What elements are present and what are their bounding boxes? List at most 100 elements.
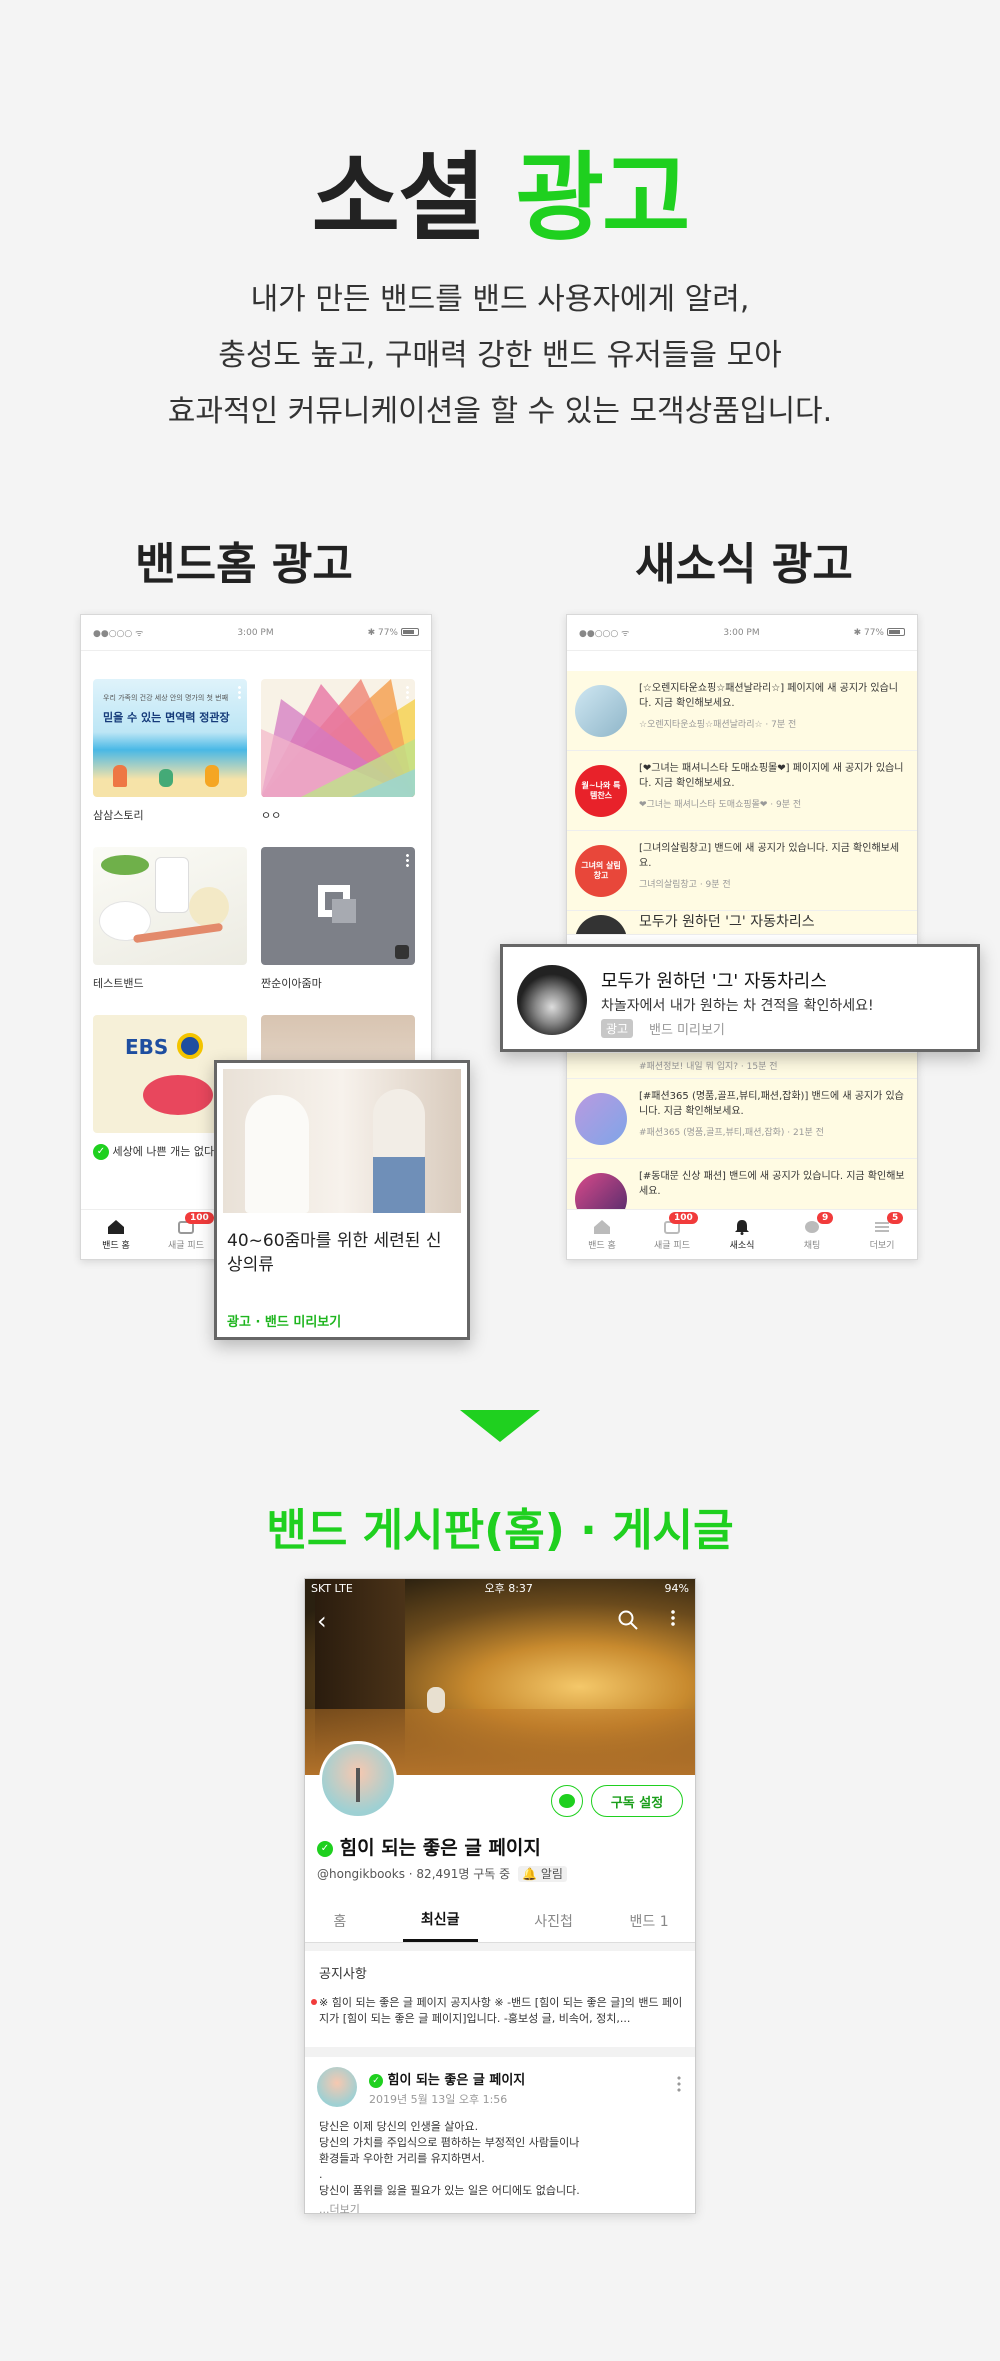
news-item[interactable]: 월~나와 특템찬스 [❤그녀는 패셔니스타 도매쇼핑몰❤] 페이지에 새 공지가…: [567, 751, 917, 831]
banner-big-text: 믿을 수 있는 면역력 정관장: [103, 711, 230, 724]
page-meta: @hongikbooks · 82,491명 구독 중 🔔 알림: [317, 1865, 567, 1882]
page-tabs: 홈 최신글 사진첩 밴드 1: [305, 1899, 695, 1943]
tab-new-feed[interactable]: 새글 피드 100: [151, 1210, 221, 1259]
person-figure: [113, 765, 127, 787]
news-item-meta: ☆오렌지타운쇼핑☆패션날라리☆ · 7분 전: [639, 720, 797, 730]
gallery-icon: [395, 945, 409, 959]
band-name: ㅇㅇ: [261, 809, 282, 822]
news-item-text: [☆오렌지타운쇼핑☆패션날라리☆] 페이지에 새 공지가 있습니다. 지금 확인…: [639, 683, 899, 709]
subscribe-settings-button[interactable]: 구독 설정: [591, 1785, 683, 1817]
more-icon[interactable]: [406, 685, 409, 699]
ad-description: 차놀자에서 내가 원하는 차 견적을 확인하세요!: [601, 998, 874, 1014]
news-item-text: [❤그녀는 패셔니스타 도매쇼핑몰❤] 페이지에 새 공지가 있습니다. 지금 …: [639, 763, 904, 789]
notice-text[interactable]: ※ 힘이 되는 좋은 글 페이지 공지사항 ※ -밴드 [힘이 되는 좋은 글]…: [319, 1995, 689, 2027]
hero-title: 소셜 광고: [0, 120, 1000, 259]
band-home-ad-popup[interactable]: 40~60줌마를 위한 세련된 신상의류 광고 · 밴드 미리보기: [214, 1060, 470, 1340]
news-item-text: 모두가 원하던 '그' 자동차리스: [639, 914, 815, 930]
news-item-meta: #패션정보! 내일 뭐 입지? · 15분 전: [639, 1062, 778, 1072]
news-item-text: [#동대문 신상 패션] 밴드에 새 공지가 있습니다. 지금 확인해보세요.: [639, 1171, 905, 1197]
ebs-logo-circle: [177, 1033, 203, 1059]
tab-chat[interactable]: 채팅 9: [777, 1210, 847, 1259]
bottle-image: [155, 857, 189, 913]
alarm-badge[interactable]: 🔔 알림: [518, 1866, 567, 1882]
hero-title-green: 광고: [515, 142, 691, 254]
news-item-avatar: [575, 915, 627, 934]
signal-indicator: ●●○○○ ᯤ: [93, 629, 144, 639]
tab-home[interactable]: 홈: [333, 1911, 346, 1931]
more-icon[interactable]: [671, 1609, 675, 1627]
band-name: 테스트밴드: [93, 977, 144, 990]
post-author-avatar: [317, 2067, 357, 2107]
back-icon[interactable]: ‹: [317, 1607, 327, 1635]
tab-latest[interactable]: 최신글: [402, 1899, 478, 1942]
hero-desc-line: 효과적인 커뮤니케이션을 할 수 있는 모객상품입니다.: [167, 394, 833, 429]
band-card[interactable]: 우리 가족의 건강 세상 안의 명가의 첫 번째 믿을 수 있는 면역력 정관장…: [93, 679, 247, 823]
tab-band[interactable]: 밴드 1: [630, 1911, 669, 1931]
status-time: 3:00 PM: [237, 627, 274, 638]
section2-title: 밴드 게시판(홈) · 게시글: [266, 1505, 734, 1556]
post-date: 2019년 5월 13일 오후 1:56: [369, 2093, 508, 2106]
banner-bubble: [143, 1075, 213, 1115]
notification-badge: 5: [887, 1212, 904, 1224]
band-card[interactable]: ㅇㅇ: [261, 679, 415, 823]
news-item-avatar: [575, 1173, 627, 1210]
band-page-phone: SKT LTE 오후 8:37 94% ‹ 구독 설정 ✓ 힘이 되는 좋은 글…: [304, 1578, 696, 2214]
news-item[interactable]: [#패션365 (명품,골프,뷰티,패션,잡화)] 밴드에 새 공지가 있습니다…: [567, 1079, 917, 1159]
status-bar: ●●○○○ ᯤ 3:00 PM ✱ 77%: [567, 615, 917, 651]
status-time: 오후 8:37: [484, 1582, 533, 1595]
more-icon[interactable]: [238, 685, 241, 699]
news-item[interactable]: 그녀의 살림창고 [그녀의살림창고] 밴드에 새 공지가 있습니다. 지금 확인…: [567, 831, 917, 911]
jar-image: [189, 887, 229, 927]
hero-title-black: 소셜: [311, 142, 487, 254]
news-item[interactable]: #패션정보! 내일 뭐 입지? · 15분 전: [567, 1053, 917, 1079]
band-card[interactable]: 테스트밴드: [93, 847, 247, 991]
band-thumbnail: [261, 679, 415, 797]
tab-news[interactable]: 새소식: [707, 1210, 777, 1259]
tab-album[interactable]: 사진첩: [534, 1911, 573, 1931]
news-item[interactable]: [#동대문 신상 패션] 밴드에 새 공지가 있습니다. 지금 확인해보세요.: [567, 1159, 917, 1211]
battery-indicator: ✱ 77%: [368, 628, 419, 638]
news-item[interactable]: 모두가 원하던 '그' 자동차리스: [567, 911, 917, 935]
news-item-meta: 그녀의살림창고 · 9분 전: [639, 880, 731, 890]
tab-band-home[interactable]: 밴드 홈: [81, 1210, 151, 1259]
band-thumbnail: [93, 847, 247, 965]
status-bar: SKT LTE 오후 8:37 94%: [305, 1579, 695, 1597]
notification-badge: 100: [185, 1212, 214, 1224]
news-item-text: [#패션365 (명품,골프,뷰티,패션,잡화)] 밴드에 새 공지가 있습니다…: [639, 1091, 904, 1117]
notification-badge: 100: [669, 1212, 698, 1224]
news-item-meta: #패션365 (명품,골프,뷰티,패션,잡화) · 21분 전: [639, 1128, 824, 1138]
tab-more[interactable]: 더보기 5: [847, 1210, 917, 1259]
post-more-icon[interactable]: [677, 2075, 681, 2093]
band-card[interactable]: 짠순이아줌마: [261, 847, 415, 991]
tab-band-home[interactable]: 밴드 홈: [567, 1210, 637, 1259]
bottom-tab-bar: 밴드 홈 새글 피드 100 새소식 채팅 9 더보기 5: [567, 1209, 917, 1259]
post-body: 당신은 이제 당신의 인생을 살아요. 당신의 가치를 주입식으로 폄하하는 부…: [319, 2120, 580, 2197]
ad-tag: 광고: [601, 1019, 634, 1038]
home-icon: [108, 1219, 124, 1234]
ad-meta: 광고 · 밴드 미리보기: [227, 1315, 342, 1330]
tab-new-feed[interactable]: 새글 피드 100: [637, 1210, 707, 1259]
news-item-avatar: [575, 685, 627, 737]
signal-indicator: ●●○○○ ᯤ: [579, 629, 630, 639]
chat-button[interactable]: [551, 1785, 583, 1817]
news-ad-popup[interactable]: 모두가 원하던 '그' 자동차리스 차놀자에서 내가 원하는 차 견적을 확인하…: [500, 944, 980, 1052]
person-figure: [205, 765, 219, 787]
model-figure: [245, 1095, 309, 1213]
avatar: [319, 1741, 397, 1819]
hero-desc-line: 충성도 높고, 구매력 강한 밴드 유저들을 모아: [218, 338, 782, 373]
more-icon[interactable]: [406, 853, 409, 867]
news-item-avatar: [575, 1093, 627, 1145]
page-title: ✓ 힘이 되는 좋은 글 페이지: [317, 1833, 541, 1860]
verified-icon: ✓: [93, 1144, 109, 1160]
search-icon[interactable]: [617, 1609, 639, 1631]
down-arrow-icon: [460, 1410, 540, 1442]
news-item[interactable]: [☆오렌지타운쇼핑☆패션날라리☆] 페이지에 새 공지가 있습니다. 지금 확인…: [567, 671, 917, 751]
banner-small-text: 우리 가족의 건강 세상 안의 명가의 첫 번째: [103, 694, 229, 702]
news-ad-title: 새소식 광고: [635, 539, 853, 590]
band-home-ad-title: 밴드홈 광고: [135, 539, 353, 590]
status-bar: ●●○○○ ᯤ 3:00 PM ✱ 77%: [81, 615, 431, 651]
see-more-link[interactable]: ...더보기: [319, 2201, 360, 2213]
home-icon: [594, 1219, 610, 1234]
ebs-logo: EBS: [125, 1035, 169, 1059]
post-author: ✓ 힘이 되는 좋은 글 페이지: [369, 2069, 525, 2088]
